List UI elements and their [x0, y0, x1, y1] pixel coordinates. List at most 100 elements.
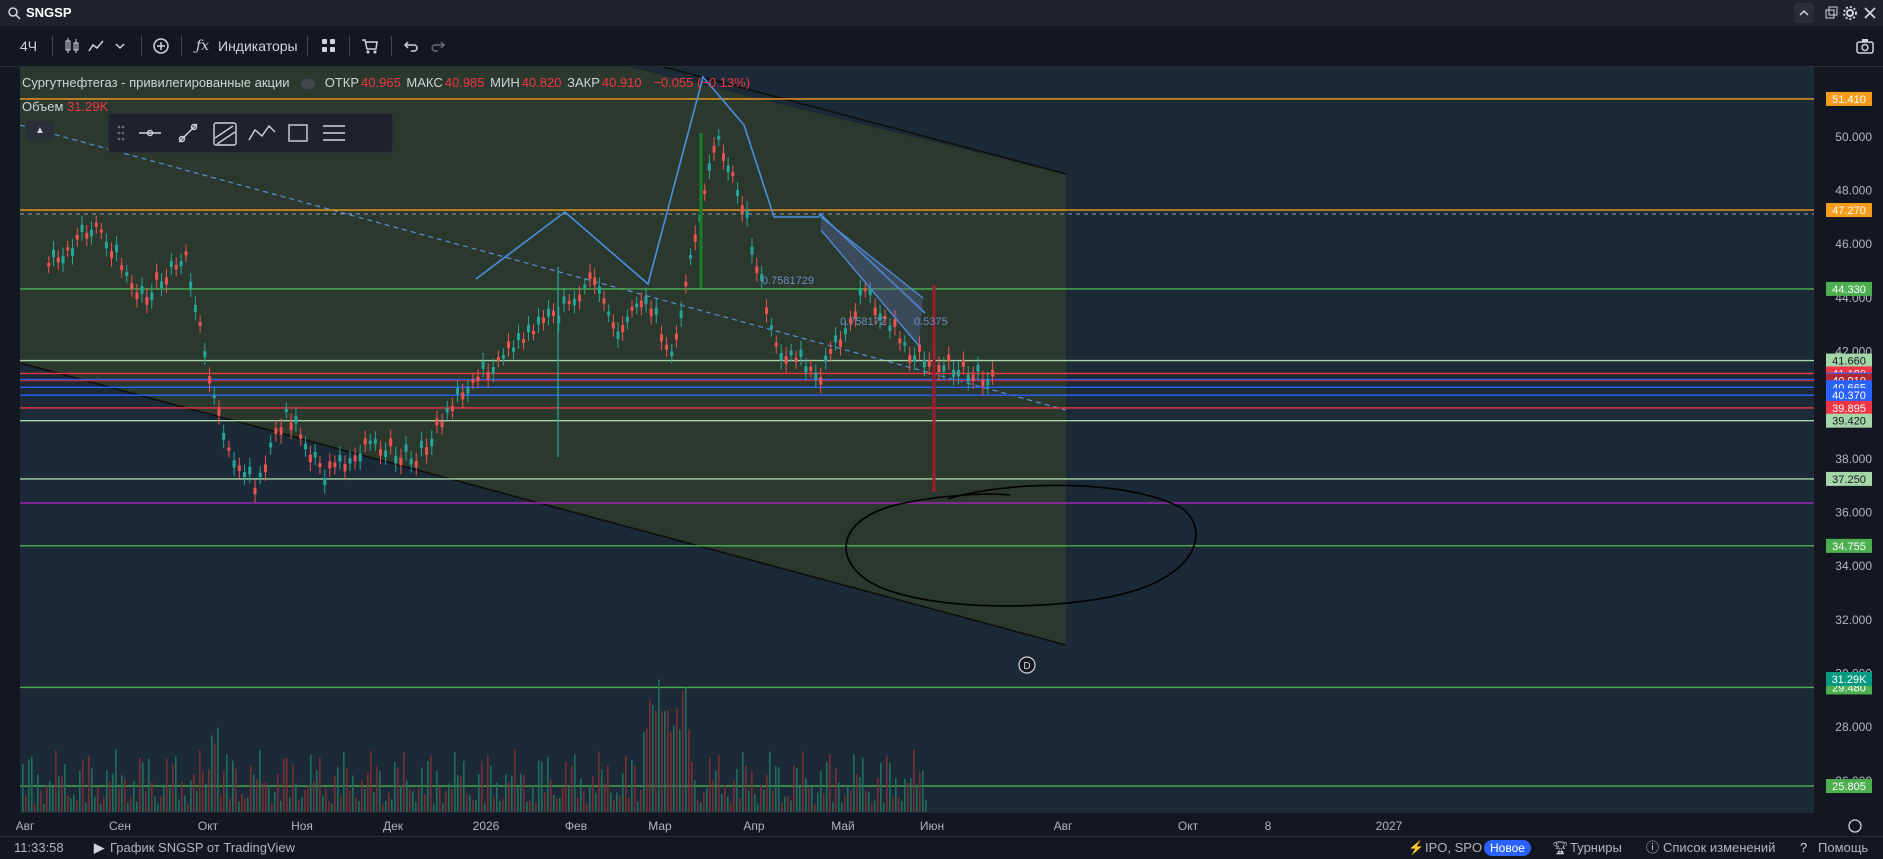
volume-bar [151, 782, 153, 812]
volume-bar [130, 796, 132, 812]
popout-icon[interactable] [1824, 6, 1838, 20]
candle-body [501, 354, 505, 359]
volume-bar [748, 790, 750, 812]
volume-bar [889, 763, 891, 812]
collapse-button[interactable] [1794, 3, 1814, 23]
volume-bar [694, 780, 696, 812]
volume-bar [148, 758, 150, 812]
close-icon[interactable] [1863, 6, 1877, 20]
candle-body [425, 447, 429, 455]
chart-area[interactable]: 0.7581729 0.758172 0.5375 D 50.000 48.000… [0, 57, 1883, 836]
candles-icon[interactable] [63, 37, 81, 55]
gear-icon[interactable] [1843, 6, 1857, 20]
horizontal-line-icon[interactable] [139, 129, 161, 137]
candle-body [693, 234, 697, 242]
candle-body [466, 387, 470, 394]
chevron-down-icon[interactable] [113, 39, 127, 53]
candle-body [150, 292, 154, 301]
indicators-button[interactable]: Индикаторы [218, 26, 298, 66]
candle-body [966, 374, 970, 382]
candle-body [66, 247, 70, 251]
interval-button[interactable]: 4Ч [20, 26, 37, 66]
volume-bar [898, 797, 900, 812]
candle-body [56, 257, 60, 263]
candle-body [588, 272, 592, 280]
volume-bar [139, 757, 141, 812]
candle-body [227, 447, 231, 451]
volume-bar [907, 782, 909, 812]
volume-value: 31.29K [67, 99, 109, 114]
candle-body [279, 427, 283, 435]
volume-bar [346, 767, 348, 812]
volume-bar [922, 770, 924, 812]
volume-bar [193, 774, 195, 812]
volume-bar [337, 767, 339, 812]
volume-bar [352, 775, 354, 812]
search-icon[interactable] [7, 6, 21, 20]
price-tick-label: 32.000 [1835, 613, 1872, 627]
candle-body [243, 472, 247, 478]
candle-body [839, 339, 843, 347]
cart-icon[interactable] [361, 37, 379, 55]
volume-bar [277, 774, 279, 812]
trend-line-icon[interactable] [178, 123, 198, 143]
volume-bar [796, 768, 798, 812]
candle-body [263, 464, 267, 473]
volume-bar [217, 727, 219, 812]
volume-bar [88, 755, 90, 812]
time-tick-label: 2027 [1376, 819, 1403, 833]
undo-icon[interactable] [403, 38, 419, 54]
volume-bar [334, 776, 336, 812]
volume-bar [871, 803, 873, 812]
volume-bar [628, 797, 630, 812]
fib-icon[interactable] [323, 125, 345, 141]
candle-body [665, 344, 669, 350]
legend-collapse-button[interactable]: ▲ [26, 121, 54, 141]
price-chart[interactable]: 0.7581729 0.758172 0.5375 D 50.000 48.000… [0, 57, 1883, 836]
candle-body [774, 342, 778, 347]
candle-body [654, 307, 658, 315]
symbol-title[interactable]: SNGSP [26, 5, 72, 20]
volume-bar [58, 776, 60, 812]
candle-body [456, 387, 460, 395]
volume-bar [310, 754, 312, 812]
high-label: МАКС [406, 75, 443, 90]
redo-icon[interactable] [430, 38, 446, 54]
drag-handle-icon[interactable] [117, 125, 125, 141]
candle-body [358, 453, 362, 462]
volume-bar [49, 781, 51, 812]
attribution-link[interactable]: График SNGSP от TradingView [110, 837, 295, 859]
volume-bar [487, 755, 489, 812]
left-drawing-strip[interactable] [0, 67, 16, 836]
volume-bar [178, 799, 180, 812]
candle-body [198, 322, 202, 326]
layout-grid-icon[interactable] [320, 37, 338, 55]
candle-body [927, 360, 931, 367]
candle-body [471, 379, 475, 383]
line-chart-icon[interactable] [87, 37, 105, 55]
candle-body [284, 409, 288, 413]
time-tick-label: Фев [565, 819, 587, 833]
volume-bar [688, 729, 690, 812]
help-link[interactable]: Помощь [1818, 837, 1868, 859]
tournaments-link[interactable]: Турниры [1570, 837, 1622, 859]
time-axis[interactable] [0, 813, 1814, 836]
volume-bar [841, 802, 843, 812]
add-icon[interactable] [152, 37, 170, 55]
candle-body [976, 364, 980, 372]
changelog-link[interactable]: Список изменений [1663, 837, 1775, 859]
fx-icon: ƒx [196, 38, 210, 54]
volume-bar [169, 788, 171, 812]
rectangle-icon[interactable] [288, 124, 308, 142]
volume-bar [589, 784, 591, 812]
candle-body [593, 277, 597, 286]
visibility-toggle[interactable] [301, 78, 316, 89]
parallel-channel-icon[interactable] [213, 122, 237, 146]
volume-bar [607, 765, 609, 812]
candle-body [602, 298, 606, 304]
candle-body [481, 361, 485, 369]
camera-icon[interactable] [1856, 38, 1874, 54]
ipo-link[interactable]: IPO, SPO [1425, 837, 1482, 859]
pattern-icon[interactable] [248, 124, 276, 141]
candle-body [611, 322, 615, 329]
